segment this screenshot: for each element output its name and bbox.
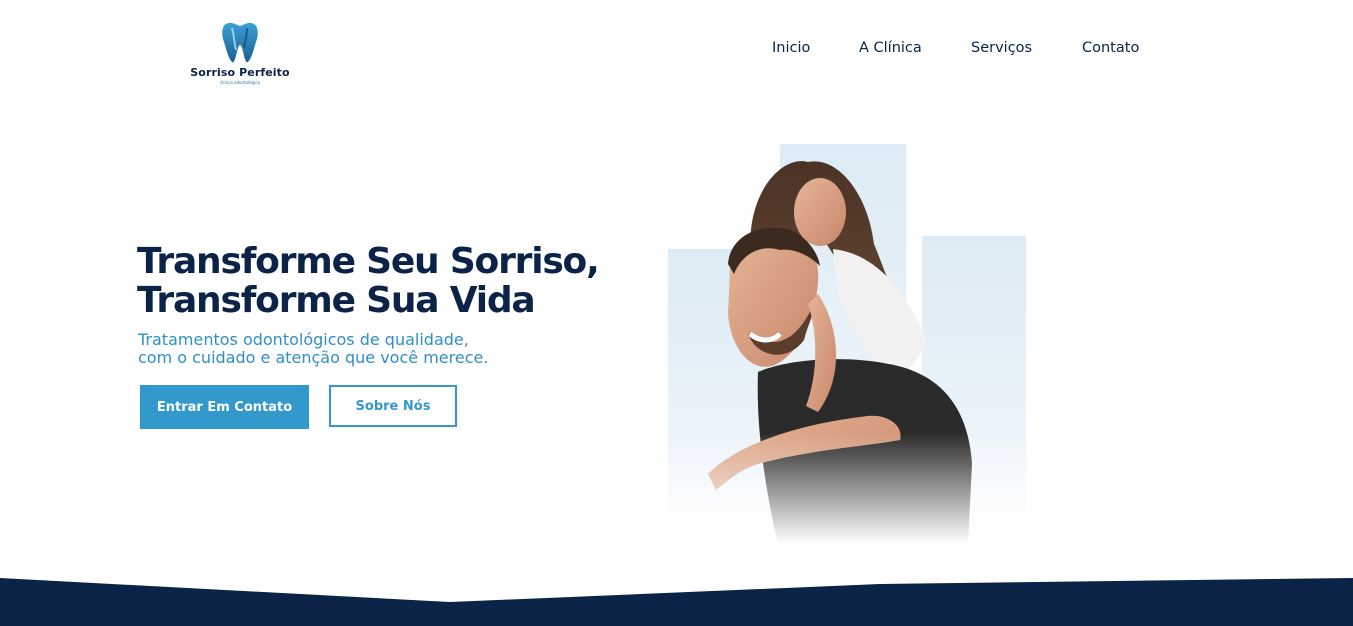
contact-button[interactable]: Entrar Em Contato bbox=[140, 385, 309, 429]
hero-title: Transforme Seu Sorriso, Transforme Sua V… bbox=[137, 241, 600, 321]
nav-item-a-clinica[interactable]: A Clínica bbox=[859, 40, 922, 56]
hero-subtitle-line-1: Tratamentos odontológicos de qualidade, bbox=[138, 330, 469, 349]
hero-photo bbox=[668, 144, 1028, 544]
nav-item-servicos[interactable]: Serviços bbox=[971, 40, 1032, 56]
tooth-icon bbox=[222, 22, 258, 63]
hero-subtitle: Tratamentos odontológicos de qualidade, … bbox=[138, 331, 488, 367]
about-button[interactable]: Sobre Nós bbox=[329, 385, 457, 427]
hero-subtitle-line-2: com o cuidado e atenção que você merece. bbox=[138, 348, 489, 367]
logo-name: Sorriso Perfeito bbox=[190, 66, 290, 79]
hero-title-line-1: Transforme Seu Sorriso, bbox=[137, 241, 600, 282]
logo-subtitle: clínica odontológica bbox=[220, 80, 260, 85]
nav-item-contato[interactable]: Contato bbox=[1082, 40, 1139, 56]
hero-title-line-2: Transforme Sua Vida bbox=[137, 280, 536, 321]
nav-item-inicio[interactable]: Inicio bbox=[772, 40, 810, 56]
footer-wave bbox=[0, 578, 1353, 626]
logo[interactable]: Sorriso Perfeito clínica odontológica bbox=[190, 20, 290, 85]
